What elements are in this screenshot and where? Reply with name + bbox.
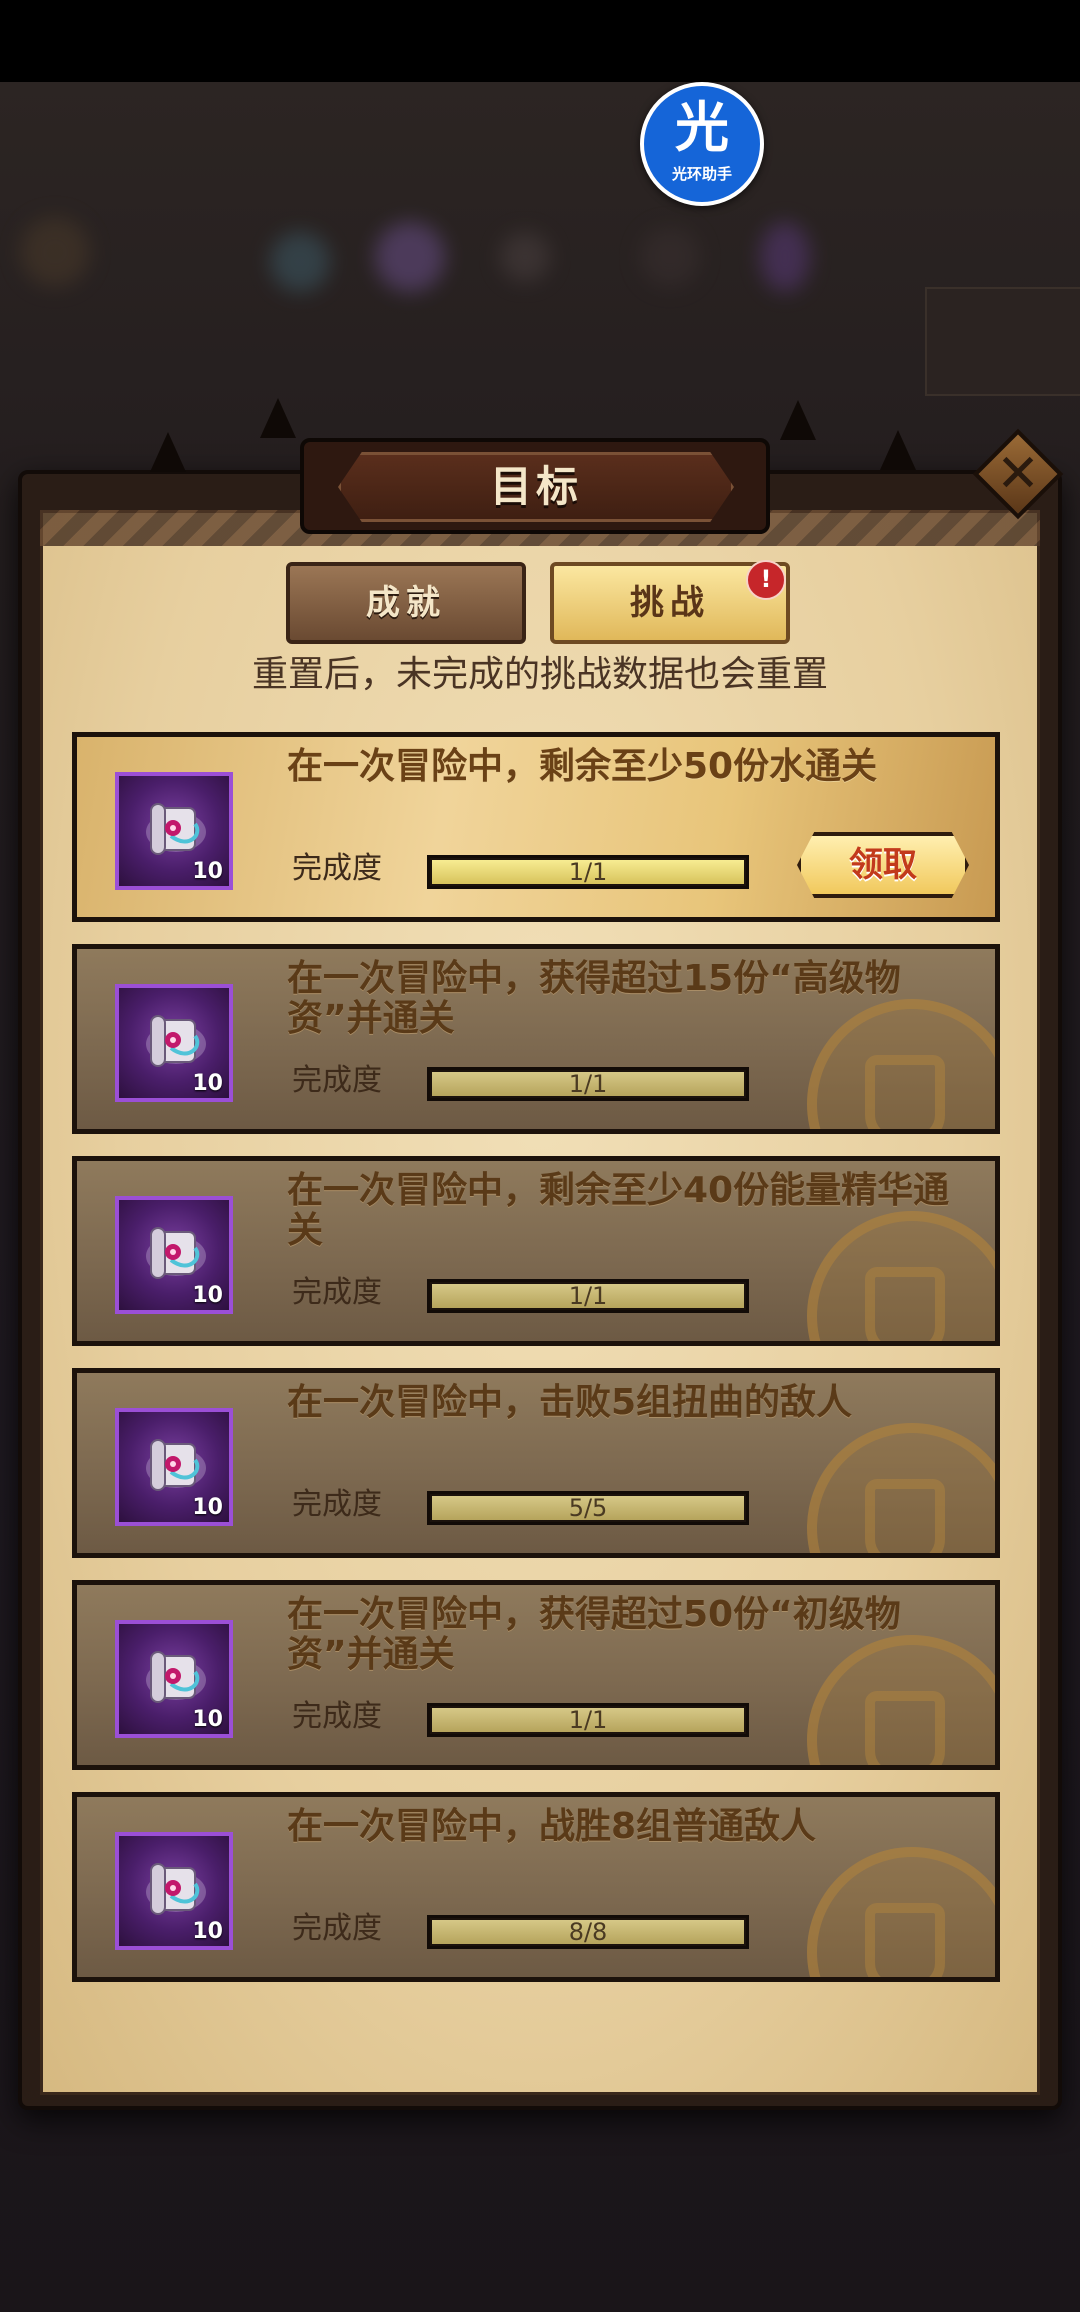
reward-item[interactable]: 10 (115, 1408, 233, 1526)
progress-value: 5/5 (568, 1494, 608, 1522)
progress-value: 1/1 (568, 1070, 608, 1098)
challenge-card: 10 在一次冒险中，获得超过15份“高级物资”并通关完成度 1/1 (72, 944, 1000, 1134)
frame-thorn (260, 398, 296, 438)
progress-bar: 1/1 (427, 855, 749, 889)
progress-label: 完成度 (292, 851, 382, 886)
progress-value: 1/1 (568, 858, 608, 886)
completed-seal-icon (807, 1847, 995, 1977)
close-icon: ✕ (996, 444, 1040, 504)
progress-label: 完成度 (292, 1699, 382, 1734)
page-title: 目标 (489, 462, 582, 511)
progress-bar: 8/8 (427, 1915, 749, 1949)
progress-label: 完成度 (292, 1275, 382, 1310)
progress-label: 完成度 (292, 1063, 382, 1098)
frame-thorn (880, 430, 916, 470)
reward-count: 10 (192, 1495, 223, 1520)
challenge-card: 10 在一次冒险中，剩余至少40份能量精华通关完成度 1/1 (72, 1156, 1000, 1346)
challenge-description: 在一次冒险中，剩余至少50份水通关 (287, 746, 878, 787)
reward-item[interactable]: 10 (115, 772, 233, 890)
background-menu-button (925, 287, 1080, 396)
frame-thorn (780, 400, 816, 440)
reward-item[interactable]: 10 (115, 1620, 233, 1738)
reward-count: 10 (192, 859, 223, 884)
reward-item[interactable]: 10 (115, 984, 233, 1102)
tab-achievements[interactable]: 成就 (286, 562, 526, 644)
progress-label: 完成度 (292, 1911, 382, 1946)
reward-count: 10 (192, 1283, 223, 1308)
progress-value: 1/1 (568, 1282, 608, 1310)
scroll-icon (141, 1430, 211, 1500)
progress-value: 8/8 (568, 1918, 608, 1946)
reward-item[interactable]: 10 (115, 1832, 233, 1950)
progress-bar: 1/1 (427, 1067, 749, 1101)
reward-count: 10 (192, 1707, 223, 1732)
progress-bar: 1/1 (427, 1279, 749, 1313)
challenge-description: 在一次冒险中，剩余至少40份能量精华通关 (287, 1170, 950, 1251)
challenge-card: 10 在一次冒险中，获得超过50份“初级物资”并通关完成度 1/1 (72, 1580, 1000, 1770)
progress-bar: 1/1 (427, 1703, 749, 1737)
progress-value: 1/1 (568, 1706, 608, 1734)
reward-count: 10 (192, 1919, 223, 1944)
reset-notice: 重置后，未完成的挑战数据也会重置 (251, 654, 828, 695)
scroll-icon (141, 794, 211, 864)
challenge-description: 在一次冒险中，击败5组扭曲的敌人 (287, 1382, 853, 1423)
scroll-icon (141, 1006, 211, 1076)
progress-label: 完成度 (292, 1487, 382, 1522)
challenge-card: 10 在一次冒险中，击败5组扭曲的敌人完成度 5/5 (72, 1368, 1000, 1558)
progress-bar: 5/5 (427, 1491, 749, 1525)
close-button[interactable]: ✕ (972, 428, 1064, 520)
challenge-description: 在一次冒险中，获得超过50份“初级物资”并通关 (287, 1594, 901, 1675)
scroll-icon (141, 1854, 211, 1924)
challenge-description: 在一次冒险中，战胜8组普通敌人 (287, 1806, 817, 1847)
reward-count: 10 (192, 1071, 223, 1096)
helper-label: 光环助手 (671, 165, 732, 183)
completed-seal-icon (807, 1423, 995, 1553)
challenge-description: 在一次冒险中，获得超过15份“高级物资”并通关 (287, 958, 901, 1039)
helper-logo-glyph: 光 (675, 96, 729, 159)
claim-button-label[interactable]: 领取 (797, 832, 969, 898)
challenge-card: 10 在一次冒险中，剩余至少50份水通关完成度 1/1 领取 (72, 732, 1000, 922)
reward-item[interactable]: 10 (115, 1196, 233, 1314)
challenge-card: 10 在一次冒险中，战胜8组普通敌人完成度 8/8 (72, 1792, 1000, 1982)
scroll-icon (141, 1218, 211, 1288)
notification-badge: ! (746, 560, 786, 600)
helper-badge[interactable]: 光 光环助手 (640, 82, 764, 206)
scroll-icon (141, 1642, 211, 1712)
frame-thorn (150, 432, 186, 472)
status-bar (0, 0, 1080, 82)
